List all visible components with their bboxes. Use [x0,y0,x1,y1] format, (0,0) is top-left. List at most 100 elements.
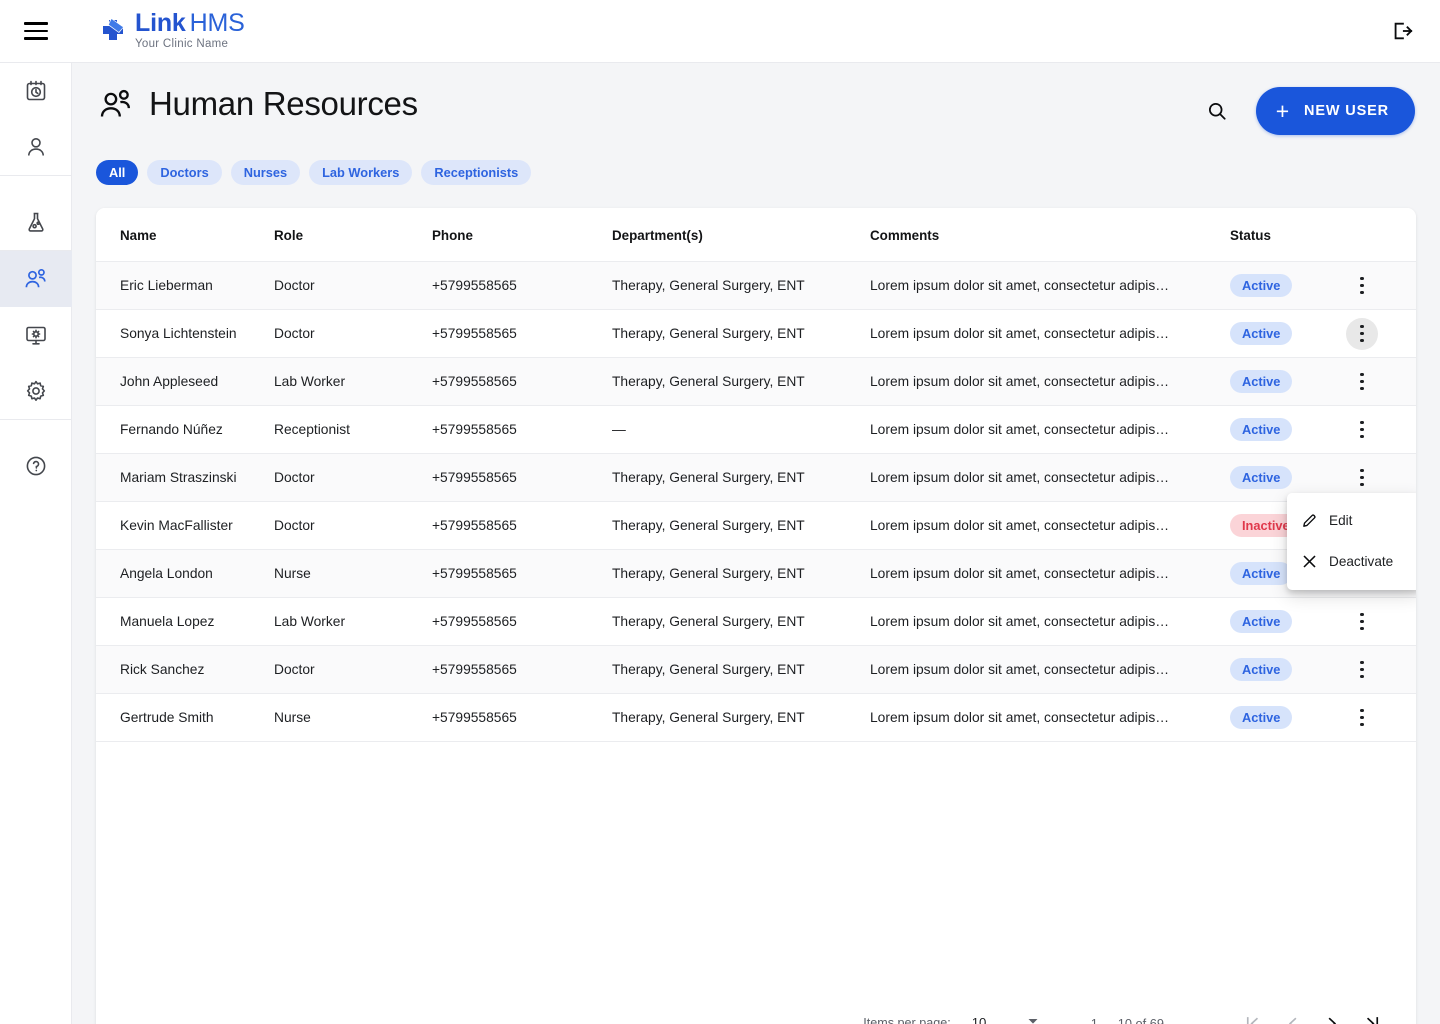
cell-status: Active [1230,693,1340,742]
filter-chip-receptionists[interactable]: Receptionists [421,160,532,185]
table-row[interactable]: Sonya Lichtenstein Doctor +5799558565 Thera… [96,309,1416,358]
cell-role: Doctor [274,261,432,310]
table-row[interactable]: John Appleseed Lab Worker +5799558565 Thera… [96,357,1416,406]
row-menu-icon[interactable] [1346,606,1378,638]
cell-department: Therapy, General Surgery, ENT [612,501,870,550]
cell-comment: Lorem ipsum dolor sit amet, consectetur … [870,405,1230,454]
status-badge: Active [1230,466,1293,489]
table-row[interactable]: Kevin MacFallister Doctor +5799558565 Thera… [96,501,1416,550]
cell-role: Nurse [274,693,432,742]
cell-name: Mariam Straszinski [96,453,274,502]
sidebar-item-help[interactable] [0,438,72,494]
cell-department: Therapy, General Surgery, ENT [612,261,870,310]
row-menu-icon[interactable] [1346,317,1378,350]
cell-phone: +5799558565 [432,261,612,310]
sidebar-divider [0,175,72,176]
status-badge: Active [1230,658,1293,681]
status-badge: Active [1230,418,1293,441]
cell-phone: +5799558565 [432,549,612,598]
filter-chip-all[interactable]: All [96,160,139,185]
cell-role: Nurse [274,549,432,598]
first-page-icon[interactable] [1232,1003,1272,1024]
cell-department: — [612,405,870,454]
cell-phone: +5799558565 [432,309,612,358]
filter-chip-doctors[interactable]: Doctors [147,160,222,185]
cell-department: Therapy, General Surgery, ENT [612,597,870,646]
row-menu-icon[interactable] [1346,270,1378,302]
table-row[interactable]: Gertrude Smith Nurse +5799558565 Therapy, G… [96,693,1416,742]
logout-icon[interactable] [1388,17,1416,45]
row-menu-icon[interactable] [1346,414,1378,446]
sidebar-item-patients[interactable] [0,119,72,175]
table-row[interactable]: Mariam Straszinski Doctor +5799558565 Thera… [96,453,1416,502]
cell-role: Lab Worker [274,357,432,406]
header-actions: + NEW USER [1200,87,1415,135]
column-header-actions [1340,208,1416,262]
sidebar-item-devices[interactable] [0,307,72,363]
context-menu-item-deactivate[interactable]: Deactivate [1287,541,1416,582]
plus-icon: + [1275,97,1291,124]
column-header-status: Status [1230,208,1340,262]
table-row[interactable]: Fernando Núñez Receptionist +5799558565— Lo… [96,405,1416,454]
cell-status: Active [1230,309,1340,358]
cell-phone: +5799558565 [432,405,612,454]
column-header-comments: Comments [870,208,1230,262]
table-row[interactable]: Rick Sanchez Doctor +5799558565 Therapy, Ge… [96,645,1416,694]
row-context-menu: Edit Deactivate [1287,493,1416,590]
column-header-name: Name [96,208,274,262]
cell-name: Sonya Lichtenstein [96,309,274,358]
close-x-icon [1301,553,1329,570]
table-body: Eric Lieberman Doctor +5799558565 Therapy, … [96,261,1416,742]
cell-name: Eric Lieberman [96,261,274,310]
items-per-page-label: Items per page: [863,1016,951,1024]
filter-chip-lab-workers[interactable]: Lab Workers [309,160,413,185]
sidebar-item-settings[interactable] [0,363,72,419]
new-user-button[interactable]: + NEW USER [1255,87,1415,135]
cell-status: Active [1230,261,1340,310]
cell-name: Fernando Núñez [96,405,274,454]
last-page-icon[interactable] [1352,1003,1392,1024]
table-row[interactable]: Eric Lieberman Doctor +5799558565 Therapy, … [96,261,1416,310]
row-menu-icon[interactable] [1346,462,1378,494]
row-menu-icon[interactable] [1346,702,1378,734]
table-row[interactable]: Angela London Nurse +5799558565 Therapy, Ge… [96,549,1416,598]
cell-actions [1340,405,1416,454]
cell-status: Active [1230,357,1340,406]
cell-department: Therapy, General Surgery, ENT [612,309,870,358]
new-user-label: NEW USER [1304,103,1389,119]
sidebar-item-appointments[interactable] [0,63,72,119]
sidebar-item-laboratory[interactable] [0,194,72,250]
chevron-down-icon [1027,1015,1039,1024]
hamburger-icon[interactable] [24,22,48,40]
prev-page-icon[interactable] [1272,1003,1312,1024]
users-table: Name Role Phone Department(s) Comments S… [96,208,1416,742]
cell-phone: +5799558565 [432,501,612,550]
column-header-role: Role [274,208,432,262]
sidebar-divider [0,419,72,420]
search-icon[interactable] [1200,94,1234,128]
cell-comment: Lorem ipsum dolor sit amet, consectetur … [870,501,1230,550]
column-header-phone: Phone [432,208,612,262]
medical-cross-icon [98,15,128,50]
row-menu-icon[interactable] [1346,366,1378,398]
cell-actions [1340,357,1416,406]
context-menu-item-edit[interactable]: Edit [1287,500,1416,541]
next-page-icon[interactable] [1312,1003,1352,1024]
cell-comment: Lorem ipsum dolor sit amet, consectetur … [870,357,1230,406]
paginator: Items per page: 10 1 — 10 of 69 [863,1003,1392,1024]
sidebar-item-human-resources[interactable] [0,251,72,307]
page-range-label: 1 — 10 of 69 [1090,1015,1164,1024]
table-header-row: Name Role Phone Department(s) Comments S… [96,208,1416,262]
cell-role: Receptionist [274,405,432,454]
items-per-page-select[interactable]: 10 [969,1009,1041,1024]
cell-role: Doctor [274,453,432,502]
row-menu-icon[interactable] [1346,654,1378,686]
cell-phone: +5799558565 [432,453,612,502]
table-row[interactable]: Manuela Lopez Lab Worker +5799558565 Therap… [96,597,1416,646]
filter-chip-nurses[interactable]: Nurses [230,160,301,185]
cell-department: Therapy, General Surgery, ENT [612,453,870,502]
cell-actions [1340,597,1416,646]
brand-subtitle: Your Clinic Name [135,38,229,51]
cell-comment: Lorem ipsum dolor sit amet, consectetur … [870,453,1230,502]
cell-name: Manuela Lopez [96,597,274,646]
